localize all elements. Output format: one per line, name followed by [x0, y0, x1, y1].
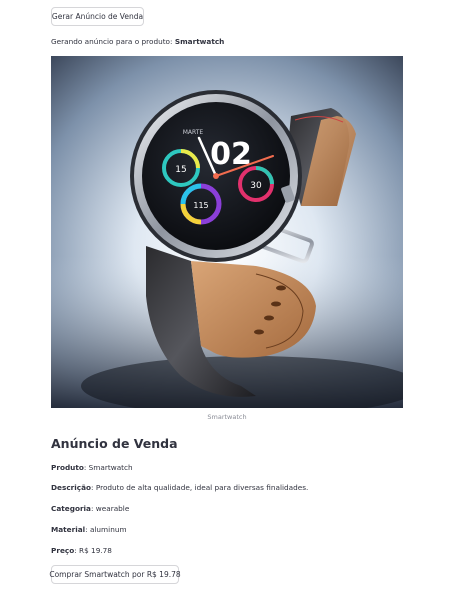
field-description-value: Produto de alta qualidade, ideal para di…: [95, 483, 309, 492]
field-product-value: Smartwatch: [88, 463, 133, 472]
generate-listing-button[interactable]: Gerar Anúncio de Venda: [51, 7, 144, 26]
field-description: Descrição: Produto de alta qualidade, id…: [51, 483, 308, 492]
watch-time-text: 02: [210, 137, 252, 172]
field-product-label: Produto: [51, 463, 84, 472]
buy-product-button[interactable]: Comprar Smartwatch por R$ 19.78: [49, 565, 181, 584]
watch-left-dial: 15: [175, 165, 186, 175]
status-prefix: Gerando anúncio para o produto:: [51, 37, 173, 46]
field-description-label: Descrição: [51, 483, 92, 492]
image-caption: Smartwatch: [207, 413, 247, 421]
status-product: Smartwatch: [174, 37, 225, 46]
field-category-value: wearable: [95, 504, 130, 513]
field-price: Preço: R$ 19.78: [51, 546, 112, 555]
field-price-label: Preço: [51, 546, 75, 555]
watch-top-text: MARTE: [183, 129, 204, 136]
watch-bottom-dial: 115: [193, 201, 208, 210]
field-price-value: R$ 19.78: [79, 546, 112, 555]
field-category-label: Categoria: [51, 504, 91, 513]
field-material-label: Material: [51, 525, 86, 534]
field-material: Material: aluminum: [51, 525, 127, 534]
watch-right-dial: 30: [250, 181, 262, 191]
field-material-value: aluminum: [89, 525, 127, 534]
product-image: 02 MARTE 15 30 115: [51, 56, 403, 408]
status-line: Gerando anúncio para o produto: Smartwat…: [51, 37, 224, 46]
listing-heading: Anúncio de Venda: [51, 436, 178, 451]
smartwatch-image: 02 MARTE 15 30 115: [51, 56, 403, 408]
field-category: Categoria: wearable: [51, 504, 129, 513]
field-product: Produto: Smartwatch: [51, 463, 133, 472]
